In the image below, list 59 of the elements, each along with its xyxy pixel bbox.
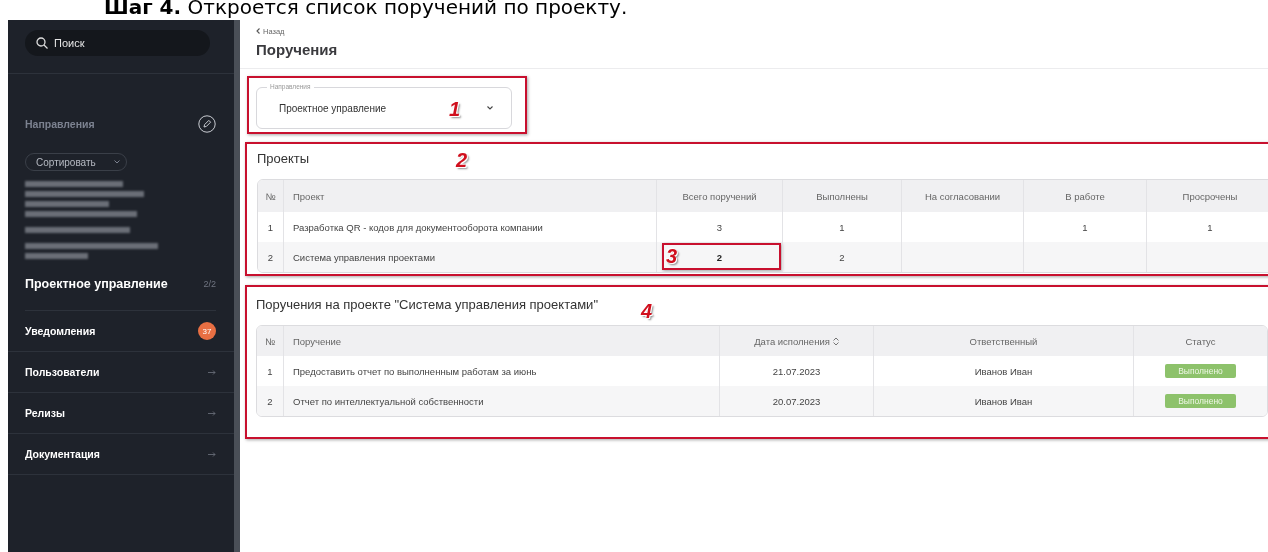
- chevron-left-icon: [256, 28, 260, 34]
- table-cell: 2: [267, 251, 274, 263]
- page-title: Поручения: [256, 41, 339, 59]
- section-title: Поручения на проекте "Система управления проектами": [256, 297, 598, 313]
- nav-item[interactable]: Пользователи: [8, 352, 234, 393]
- callout-number: 2: [456, 150, 468, 170]
- table-cell: 1: [1207, 221, 1213, 233]
- nav-item[interactable]: Релизы: [8, 393, 234, 434]
- table-cell: 2: [267, 395, 273, 407]
- table-cell: 1: [839, 221, 845, 233]
- field-value: Проектное управление: [279, 102, 387, 114]
- table-cell: 1: [267, 365, 273, 377]
- notification-badge: 37: [198, 322, 216, 340]
- pencil-icon[interactable]: [198, 115, 216, 133]
- arrow-icon: [208, 451, 216, 457]
- column-header: Статус: [1185, 335, 1216, 347]
- item-count: 2/2: [203, 279, 216, 289]
- table-cell: Система управления проектами: [293, 251, 435, 263]
- column-header: Выполнены: [816, 190, 868, 202]
- table-cell: 1: [267, 221, 274, 233]
- column-header: На согласовании: [924, 190, 1001, 202]
- callout-number: 3: [666, 246, 678, 266]
- column-header: Поручение: [293, 335, 342, 347]
- table-cell: Разработка QR - кодов для документооборота компании: [293, 221, 543, 233]
- search-icon: [36, 37, 48, 49]
- column-header: Проект: [293, 190, 325, 202]
- table-cell: 20.07.2023: [772, 395, 821, 407]
- table-cell: Иванов Иван: [974, 365, 1033, 377]
- status-badge: Выполнено: [1165, 364, 1236, 378]
- column-header[interactable]: Дата исполнения: [754, 335, 839, 347]
- column-header: №: [265, 190, 276, 202]
- nav-item[interactable]: Уведомления 37: [8, 311, 234, 352]
- sort-icon: [832, 336, 839, 346]
- caret-icon: [113, 160, 120, 164]
- direction-item[interactable]: Проектное управление: [25, 277, 168, 291]
- table-cell: Иванов Иван: [974, 395, 1033, 407]
- table-cell: Отчет по интеллектуальной собственности: [293, 395, 484, 407]
- chevron-icon: [487, 106, 493, 110]
- nav-item[interactable]: Документация: [8, 434, 234, 475]
- column-header: В работе: [1065, 190, 1105, 202]
- table-cell: 1: [1082, 221, 1088, 233]
- table-cell: 2: [716, 251, 723, 263]
- table-cell: Предоставить отчет по выполненным работам за июнь: [293, 365, 537, 377]
- table-cell: 2: [839, 251, 845, 263]
- blurred-text: [25, 253, 88, 259]
- search-field[interactable]: Поиск: [25, 30, 210, 56]
- callout-number: 1: [449, 99, 461, 119]
- column-header: №: [264, 335, 276, 347]
- table-cell: 21.07.2023: [772, 365, 821, 377]
- arrow-icon: [208, 410, 216, 416]
- callout-number: 4: [641, 301, 653, 321]
- table-cell: 3: [716, 221, 723, 233]
- arrow-icon: [208, 369, 216, 375]
- section-title: Проекты: [257, 151, 310, 167]
- status-badge: Выполнено: [1165, 394, 1236, 408]
- column-header: Ответственный: [969, 335, 1038, 347]
- column-header: Просрочены: [1182, 190, 1238, 202]
- section-title: Направления: [25, 118, 95, 130]
- column-header: Всего поручений: [682, 190, 757, 202]
